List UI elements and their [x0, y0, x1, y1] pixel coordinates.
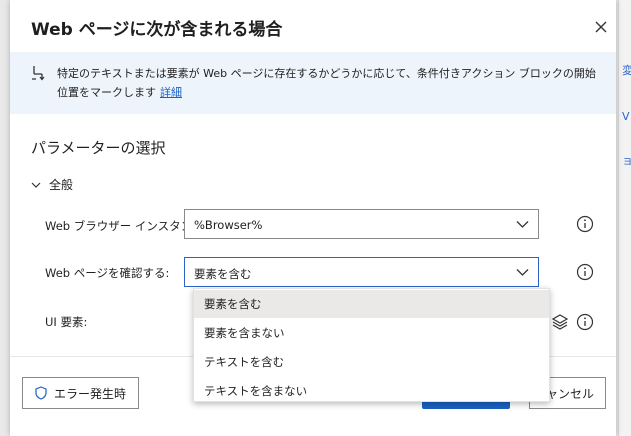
- dropdown-option-contains-element[interactable]: 要素を含む: [194, 290, 549, 318]
- dropdown-option-not-contains-element[interactable]: 要素を含まない: [194, 319, 549, 347]
- shield-icon: [35, 386, 47, 400]
- chevron-down-icon: [516, 221, 529, 228]
- info-banner: 特定のテキストまたは要素が Web ページに存在するかどうかに応じて、条件付きア…: [10, 52, 616, 114]
- background-window: 変 V ョ: [618, 0, 631, 436]
- browser-instance-label: Web ブラウザー インスタンス:: [45, 219, 208, 233]
- check-page-dropdown-menu: 要素を含む 要素を含まない テキストを含む テキストを含まない: [193, 288, 550, 402]
- check-page-label: Web ページを確認する:: [45, 266, 170, 280]
- background-text-fragment: V: [622, 110, 630, 123]
- learn-more-link[interactable]: 詳細: [160, 86, 182, 99]
- info-text: 特定のテキストまたは要素が Web ページに存在するかどうかに応じて、条件付きア…: [57, 64, 605, 102]
- info-description: 特定のテキストまたは要素が Web ページに存在するかどうかに応じて、条件付きア…: [57, 67, 596, 99]
- layers-icon[interactable]: [551, 313, 569, 331]
- check-page-select[interactable]: 要素を含む: [184, 257, 539, 287]
- background-text-fragment: 変: [622, 64, 631, 77]
- browser-instance-value: %Browser%: [194, 218, 263, 232]
- chevron-down-icon: [31, 182, 41, 188]
- on-error-button[interactable]: エラー発生時: [22, 377, 139, 409]
- browser-instance-info-icon[interactable]: [576, 215, 594, 233]
- chevron-down-icon: [516, 269, 529, 276]
- branch-icon: [32, 66, 45, 81]
- on-error-label: エラー発生時: [53, 386, 126, 401]
- ui-element-info-icon[interactable]: [576, 313, 594, 331]
- general-group-label: 全般: [49, 178, 74, 192]
- general-group-toggle[interactable]: 全般: [31, 176, 73, 193]
- section-title: パラメーターの選択: [31, 139, 166, 157]
- close-button[interactable]: [590, 16, 612, 38]
- dialog: Web ページに次が含まれる場合 特定のテキストまたは要素が Web ページに存…: [10, 0, 616, 436]
- background-text-fragment: ョ: [622, 154, 631, 167]
- browser-instance-select[interactable]: %Browser%: [184, 209, 539, 239]
- dropdown-option-not-contains-text[interactable]: テキストを含まない: [194, 377, 549, 405]
- dialog-title: Web ページに次が含まれる場合: [31, 20, 283, 40]
- close-icon: [595, 21, 607, 33]
- ui-element-label: UI 要素:: [45, 315, 88, 329]
- check-page-value: 要素を含む: [194, 267, 252, 281]
- dropdown-option-contains-text[interactable]: テキストを含む: [194, 348, 549, 376]
- check-page-info-icon[interactable]: [576, 263, 594, 281]
